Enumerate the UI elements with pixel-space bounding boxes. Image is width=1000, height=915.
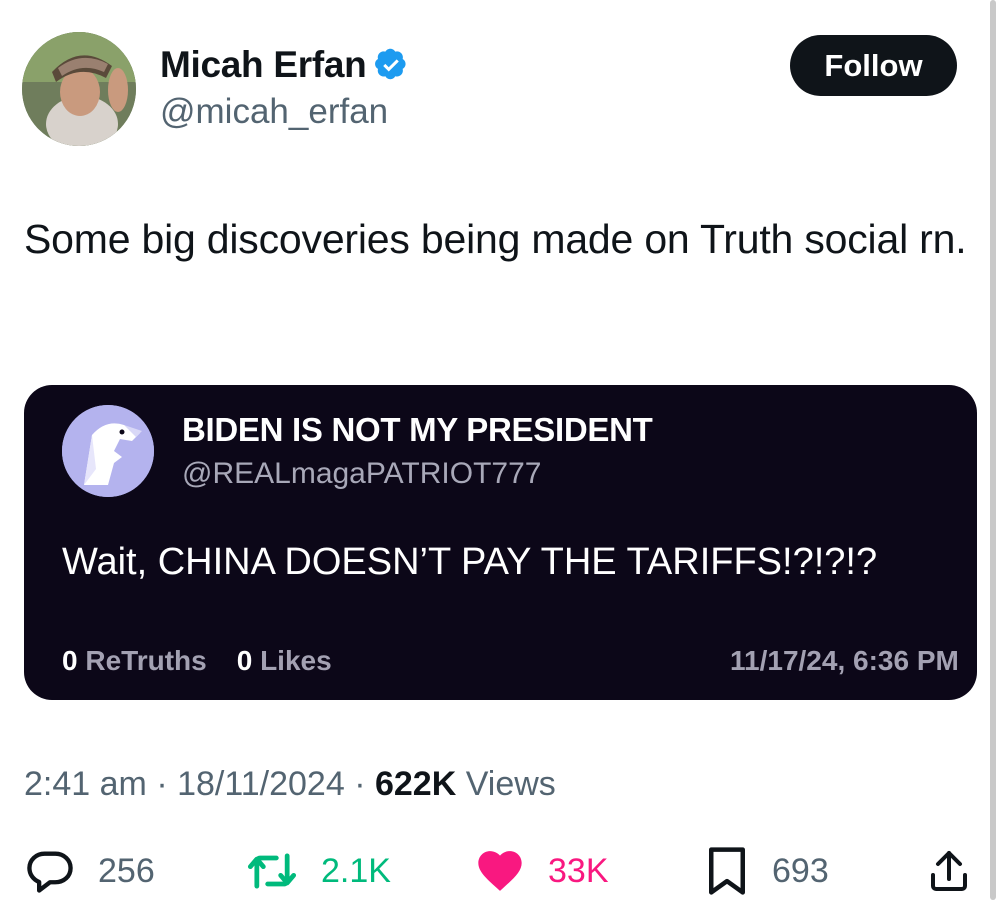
share-button[interactable] [925, 838, 973, 904]
tweet-meta: 2:41 am · 18/11/2024 · 622K Views [24, 765, 556, 804]
truth-likes-label: Likes [260, 645, 332, 676]
follow-button[interactable]: Follow [790, 35, 957, 96]
author-display-name[interactable]: Micah Erfan [160, 44, 367, 86]
reply-button[interactable]: 256 [24, 838, 155, 904]
share-icon [931, 851, 967, 891]
truth-retruths-count: 0 [62, 645, 78, 676]
truth-retruths: 0 ReTruths [62, 645, 207, 677]
views-count: 622K [374, 765, 457, 803]
truth-timestamp: 11/17/24, 6:36 PM [730, 645, 959, 676]
truth-retruths-label: ReTruths [85, 645, 207, 676]
meta-separator: · [354, 765, 375, 803]
scrollbar[interactable] [990, 0, 996, 900]
bookmark-button[interactable]: 693 [704, 838, 829, 904]
truth-likes: 0 Likes [237, 645, 332, 677]
verified-badge-icon [375, 48, 406, 80]
truth-likes-count: 0 [236, 645, 253, 676]
like-button[interactable]: 33K [474, 838, 609, 904]
tweet-date[interactable]: 18/11/2024 [177, 765, 345, 803]
tweet-time[interactable]: 2:41 am [24, 765, 147, 803]
like-count: 33K [548, 851, 609, 890]
reply-count: 256 [98, 851, 155, 890]
author-name-row: Micah Erfan [160, 44, 408, 86]
repost-button[interactable]: 2.1K [245, 838, 391, 904]
truth-stats: 0 ReTruths 0 Likes [62, 645, 332, 677]
tweet-text: Some big discoveries being made on Truth… [24, 216, 967, 262]
reply-icon [27, 851, 73, 893]
repost-count: 2.1K [321, 851, 391, 890]
views-label: Views [465, 765, 556, 803]
author-handle[interactable]: @micah_erfan [160, 92, 388, 132]
meta-separator: · [156, 765, 178, 803]
truth-avatar[interactable] [62, 405, 154, 497]
author-avatar[interactable] [22, 32, 136, 146]
action-bar: 256 2.1K 33K 693 [0, 838, 1000, 908]
eagle-icon [62, 405, 154, 497]
truth-display-name[interactable]: BIDEN IS NOT MY PRESIDENT [182, 411, 653, 449]
embedded-truth-post[interactable]: BIDEN IS NOT MY PRESIDENT @REALmagaPATRI… [24, 385, 977, 700]
heart-icon [478, 851, 522, 891]
truth-text: Wait, CHINA DOESN’T PAY THE TARIFFS!?!?!… [62, 541, 878, 583]
repost-icon [247, 853, 297, 889]
bookmark-count: 693 [772, 851, 829, 890]
truth-handle[interactable]: @REALmagaPATRIOT777 [182, 457, 541, 491]
bookmark-icon [709, 847, 745, 895]
